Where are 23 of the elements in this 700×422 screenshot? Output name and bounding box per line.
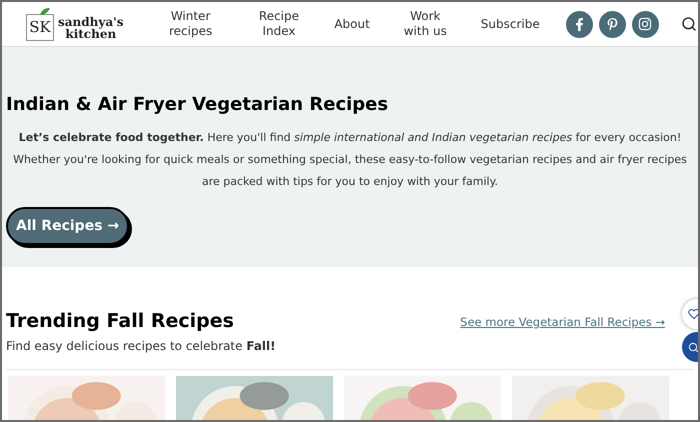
hero-text: Let’s celebrate food together. Here you'll find simple international and Indian vegetarian recipes for every occasion! Whether you're looking for quick meals or something special, these easy-to-follow vegetarian recipes and air fryer recipes are packed with tips for you to enjoy with your family. <box>12 130 688 190</box>
leaf-icon <box>40 8 50 15</box>
nav-link[interactable]: About <box>330 16 374 32</box>
search-icon <box>681 16 698 32</box>
see-more-link[interactable]: See more Vegetarian Fall Recipes → <box>460 314 665 332</box>
heart-icon <box>688 308 698 320</box>
search-button[interactable] <box>680 15 698 33</box>
nav-link[interactable]: Winter recipes <box>154 9 228 39</box>
logo-name: sandhya's <box>58 16 124 28</box>
nav-link[interactable]: Recipe Index <box>246 9 312 39</box>
social-button[interactable] <box>566 10 593 38</box>
logo-initials: SK <box>26 14 54 41</box>
all-recipes-button[interactable]: All Recipes → <box>6 207 130 245</box>
section-title: Trending Fall Recipes <box>6 309 234 334</box>
social-button[interactable] <box>598 10 626 38</box>
hero-title: Indian & Air Fryer Vegetarian Recipes <box>6 93 390 117</box>
section-subtitle: Find easy delicious recipes to celebrate Fall! <box>6 338 276 354</box>
logo-name: kitchen <box>65 28 116 40</box>
social-button[interactable] <box>632 10 659 38</box>
instagram-icon <box>638 17 652 31</box>
nav-link[interactable]: Work with us <box>392 9 459 39</box>
pinterest-icon <box>606 18 619 30</box>
nav-link[interactable]: Subscribe <box>476 16 544 32</box>
